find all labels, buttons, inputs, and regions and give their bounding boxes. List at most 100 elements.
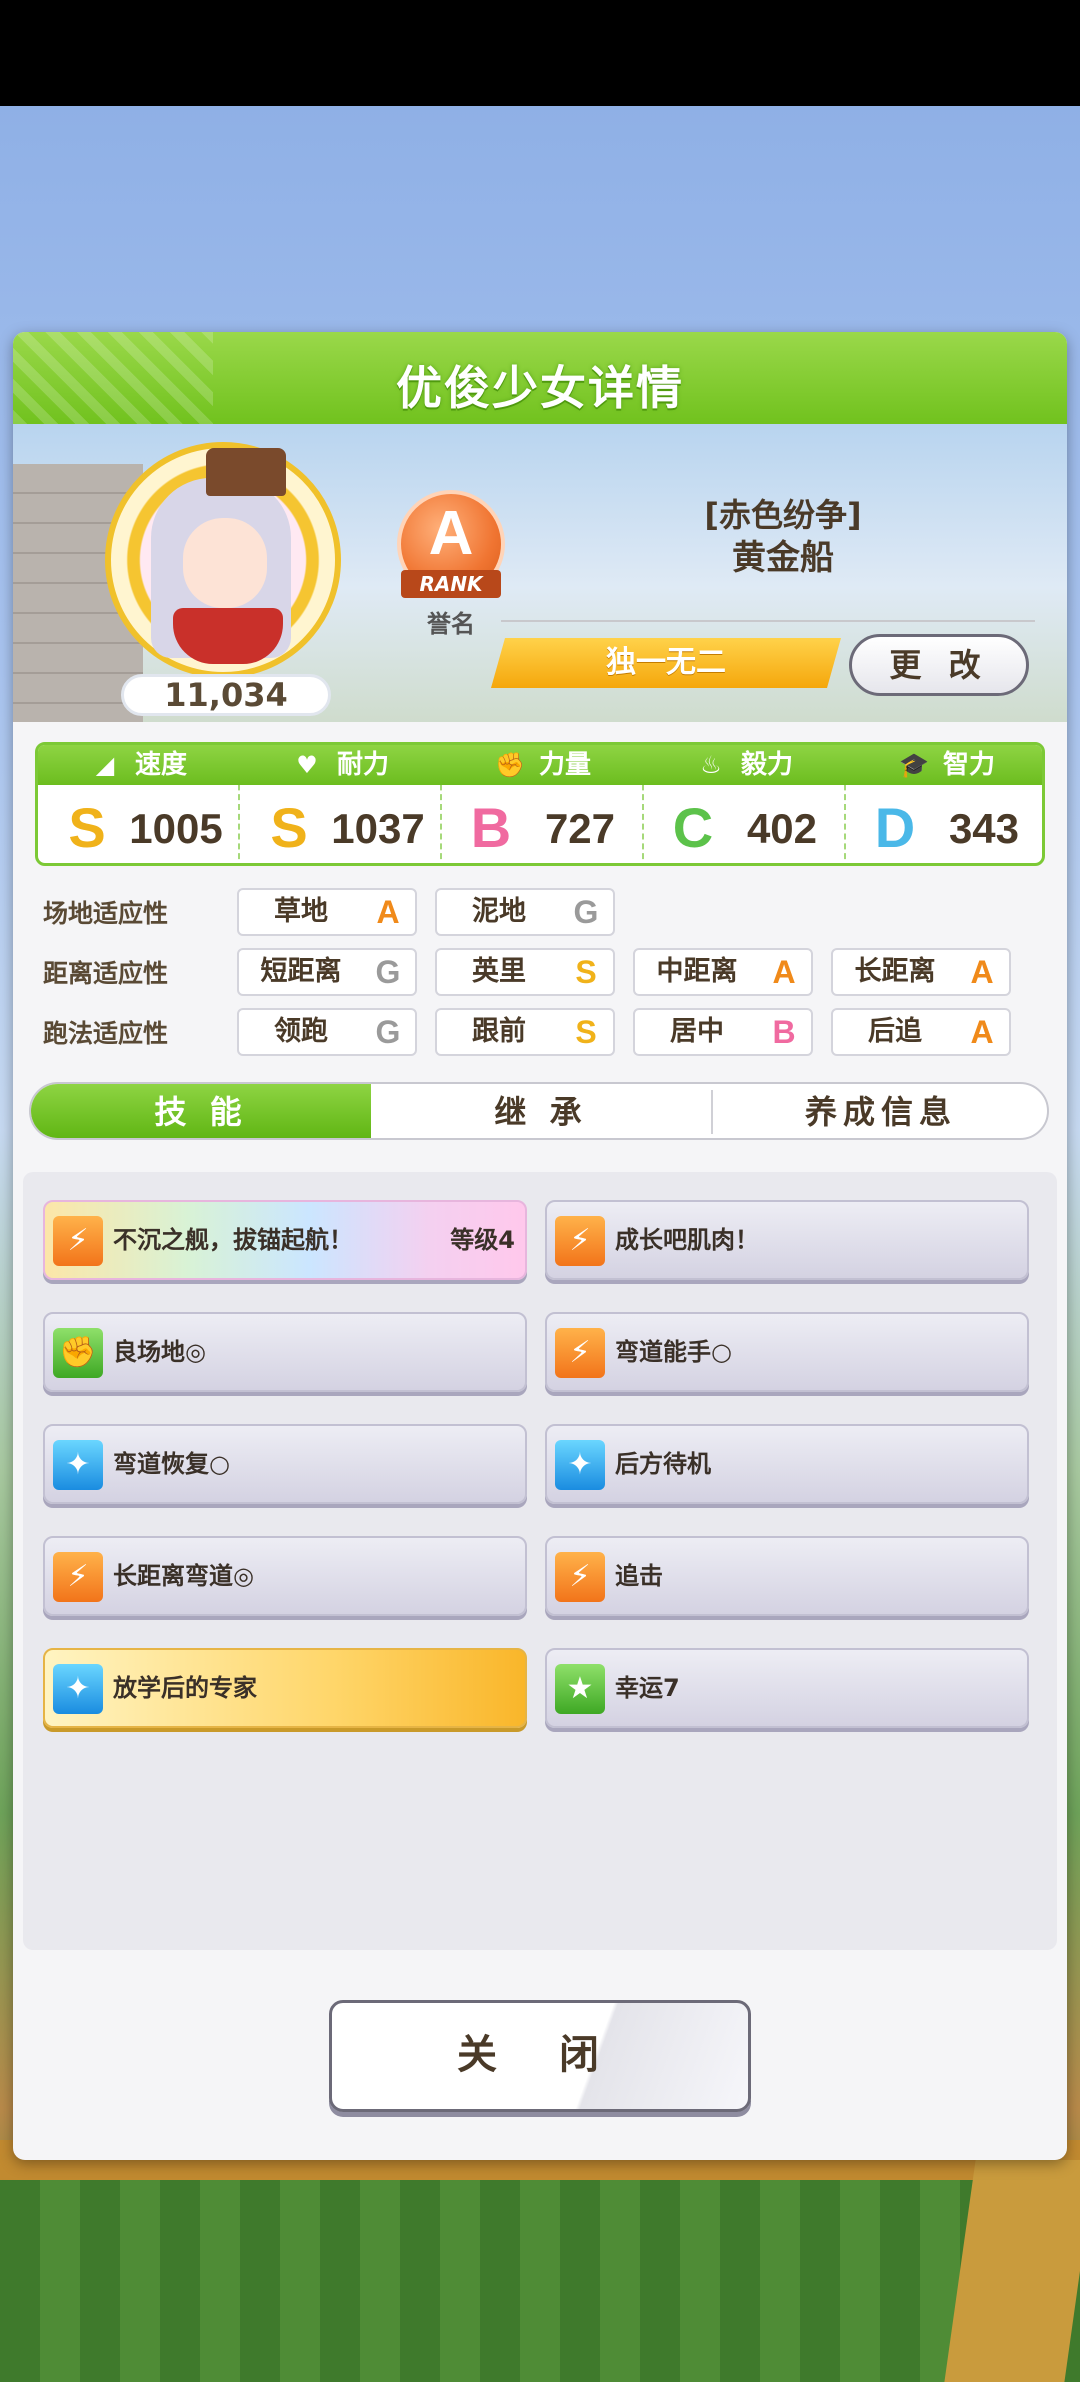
background-grass xyxy=(0,2180,1080,2382)
tab-training-info[interactable]: 养成信息 xyxy=(713,1084,1047,1138)
skill-name: 放学后的专家 xyxy=(113,1674,257,1702)
aptitude-betweener: 居中 B xyxy=(633,1008,813,1056)
aptitude-runner: 领跑 G xyxy=(237,1008,417,1056)
aptitude-grade: B xyxy=(772,1014,796,1050)
aptitude-grade: S xyxy=(575,954,597,990)
flame-icon: ♨ xyxy=(700,751,722,779)
running-figure-icon: ⚡ xyxy=(555,1552,605,1602)
skill-item[interactable]: ✊ 良场地◎ xyxy=(43,1312,527,1392)
stat-value: 1005 xyxy=(129,805,223,852)
aptitude-turf: 草地 A xyxy=(237,888,417,936)
portrait-outfit xyxy=(173,608,283,664)
rank-letter: A xyxy=(428,499,474,568)
track-aptitude-label: 场地适应性 xyxy=(43,899,169,928)
stat-grade: S xyxy=(270,796,308,859)
skill-name: 良场地◎ xyxy=(113,1338,206,1366)
skill-item[interactable]: ⚡ 不沉之舰，拔锚起航！ 等级4 xyxy=(43,1200,527,1280)
stat-label: 速度 xyxy=(134,750,187,780)
aptitude-dirt: 泥地 G xyxy=(435,888,615,936)
stat-grade: S xyxy=(68,796,106,859)
divider xyxy=(501,620,1035,622)
skills-list: ⚡ 不沉之舰，拔锚起航！ 等级4 ⚡ 成长吧肌肉！ ✊ 良场地◎ ⚡ 弯道能手○… xyxy=(23,1172,1057,1950)
stat-speed: ◢ 速度 S 1005 xyxy=(38,745,240,863)
aptitude-grade: A xyxy=(970,1014,994,1050)
skill-item[interactable]: ⚡ 成长吧肌肉！ xyxy=(545,1200,1029,1280)
skill-name: 长距离弯道◎ xyxy=(113,1562,254,1590)
running-figure-icon: ⚡ xyxy=(53,1216,103,1266)
aptitude-grade: A xyxy=(970,954,994,990)
aptitude-medium: 中距离 A xyxy=(633,948,813,996)
skill-item[interactable]: ⚡ 弯道能手○ xyxy=(545,1312,1029,1392)
evaluation-score: 11,034 xyxy=(121,674,331,716)
aptitude-leader: 跟前 S xyxy=(435,1008,615,1056)
style-aptitude-label: 跑法适应性 xyxy=(43,1019,169,1048)
stat-label: 智力 xyxy=(942,750,995,780)
aptitude-chaser: 后追 A xyxy=(831,1008,1011,1056)
stat-guts: ♨ 毅力 C 402 xyxy=(644,745,846,863)
stats-table: ◢ 速度 S 1005 ♥ 耐力 S 1037 ✊ 力量 B 727 ♨ 毅力 C 40… xyxy=(35,742,1045,866)
skill-name: 成长吧肌肉！ xyxy=(615,1226,759,1254)
skill-name: 追击 xyxy=(615,1562,663,1590)
aptitude-grade: A xyxy=(376,894,400,930)
sparkle-icon: ✦ xyxy=(53,1664,103,1714)
rank-ribbon: RANK xyxy=(401,570,501,598)
muscle-icon: ✊ xyxy=(53,1328,103,1378)
skill-name: 后方待机 xyxy=(615,1450,711,1478)
aptitude-grade: S xyxy=(575,1014,597,1050)
star-figure-icon: ★ xyxy=(555,1664,605,1714)
aptitude-mile: 英里 S xyxy=(435,948,615,996)
close-button[interactable]: 关 闭 xyxy=(329,2000,751,2112)
stat-value: 1037 xyxy=(331,805,425,852)
stat-value: 343 xyxy=(948,805,1020,852)
character-portrait[interactable] xyxy=(105,442,341,678)
character-name: 黄金船 xyxy=(732,538,834,578)
skill-item[interactable]: ★ 幸运7 xyxy=(545,1648,1029,1728)
aptitude-grade: G xyxy=(375,1014,401,1050)
details-panel: 优俊少女详情 11,034 A RANK 誉名 [赤色纷争] 黄金船 独一无二 … xyxy=(13,332,1067,2160)
stat-label: 毅力 xyxy=(740,750,793,780)
running-figure-icon: ⚡ xyxy=(53,1552,103,1602)
skill-name: 幸运7 xyxy=(615,1674,680,1702)
sparkle-icon: ✦ xyxy=(555,1440,605,1490)
rank-label: 誉名 xyxy=(427,610,475,638)
panel-header: 优俊少女详情 xyxy=(13,332,1067,424)
status-bar xyxy=(0,0,1080,106)
skill-level: 等级4 xyxy=(450,1226,515,1254)
stat-label: 耐力 xyxy=(336,750,389,780)
stat-label: 力量 xyxy=(538,750,591,780)
running-figure-icon: ⚡ xyxy=(555,1216,605,1266)
portrait-face xyxy=(183,518,267,608)
aptitude-long: 长距离 A xyxy=(831,948,1011,996)
aptitude-grade: A xyxy=(772,954,796,990)
skill-item[interactable]: ✦ 放学后的专家 xyxy=(43,1648,527,1728)
distance-aptitude-label: 距离适应性 xyxy=(43,959,169,988)
running-figure-icon: ⚡ xyxy=(555,1328,605,1378)
change-epithet-button[interactable]: 更 改 xyxy=(849,634,1029,696)
muscle-icon: ✊ xyxy=(494,751,525,779)
skill-name: 不沉之舰，拔锚起航！ xyxy=(113,1226,353,1254)
sparkle-icon: ✦ xyxy=(53,1440,103,1490)
aptitude-grade: G xyxy=(573,894,599,930)
skill-item[interactable]: ✦ 后方待机 xyxy=(545,1424,1029,1504)
stat-grade: B xyxy=(470,796,512,859)
detail-tabs: 技 能 继 承 养成信息 xyxy=(29,1082,1049,1140)
skill-item[interactable]: ⚡ 追击 xyxy=(545,1536,1029,1616)
skill-item[interactable]: ⚡ 长距离弯道◎ xyxy=(43,1536,527,1616)
epithet-banner: 独一无二 xyxy=(491,638,841,688)
stat-value: 402 xyxy=(746,805,818,852)
heart-icon: ♥ xyxy=(296,751,318,779)
skill-name: 弯道能手○ xyxy=(615,1338,732,1366)
skill-name: 弯道恢复○ xyxy=(113,1450,230,1478)
profile-band: 11,034 A RANK 誉名 [赤色纷争] 黄金船 独一无二 更 改 xyxy=(13,424,1067,722)
graduation-cap-icon: 🎓 xyxy=(898,751,929,779)
skill-item[interactable]: ✦ 弯道恢复○ xyxy=(43,1424,527,1504)
stat-wisdom: 🎓 智力 D 343 xyxy=(846,745,1042,863)
page-title: 优俊少女详情 xyxy=(396,361,684,415)
aptitude-grade: G xyxy=(375,954,401,990)
stat-grade: D xyxy=(874,796,916,859)
stat-power: ✊ 力量 B 727 xyxy=(442,745,644,863)
stat-value: 727 xyxy=(544,805,616,852)
tab-skills[interactable]: 技 能 xyxy=(31,1084,371,1138)
tab-inheritance[interactable]: 继 承 xyxy=(371,1084,711,1138)
stat-grade: C xyxy=(672,796,714,859)
